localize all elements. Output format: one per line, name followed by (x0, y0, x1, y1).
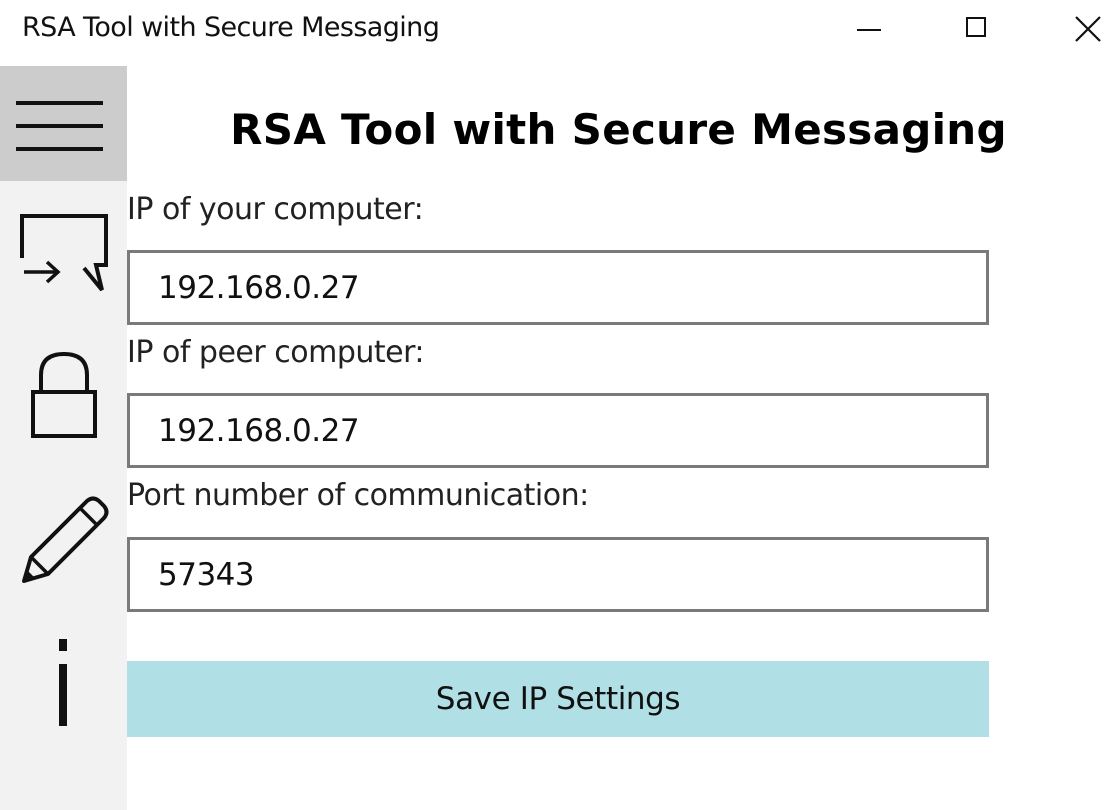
sidebar-item-encryption[interactable] (0, 342, 127, 452)
peer-ip-label: IP of peer computer: (127, 335, 425, 370)
save-ip-settings-button[interactable]: Save IP Settings (127, 661, 989, 737)
peer-ip-input[interactable] (127, 393, 989, 468)
title-bar[interactable]: RSA Tool with Secure Messaging (0, 0, 1110, 64)
message-incoming-icon (20, 214, 108, 292)
info-icon (59, 639, 67, 726)
sidebar-item-info[interactable] (0, 626, 127, 736)
your-ip-label: IP of your computer: (127, 192, 424, 227)
page-title: RSA Tool with Secure Messaging (230, 105, 1007, 154)
hamburger-menu-icon (16, 101, 103, 151)
maximize-icon (966, 17, 986, 37)
minimize-icon (857, 29, 881, 31)
maximize-button[interactable] (924, 0, 1034, 58)
sidebar-item-menu[interactable] (0, 66, 127, 181)
pencil-icon (22, 496, 109, 583)
lock-icon (31, 351, 97, 438)
minimize-button[interactable] (814, 0, 924, 58)
sidebar-nav (0, 66, 127, 810)
port-label: Port number of communication: (127, 478, 589, 513)
your-ip-input[interactable] (127, 250, 989, 325)
sidebar-item-messaging[interactable] (0, 198, 127, 308)
close-button[interactable] (1034, 0, 1110, 58)
port-input[interactable] (127, 537, 989, 612)
window-title: RSA Tool with Secure Messaging (22, 12, 440, 43)
app-window: RSA Tool with Secure Messaging RSA Tool … (0, 0, 1110, 810)
sidebar-item-edit[interactable] (0, 486, 127, 596)
close-icon (1075, 16, 1101, 42)
